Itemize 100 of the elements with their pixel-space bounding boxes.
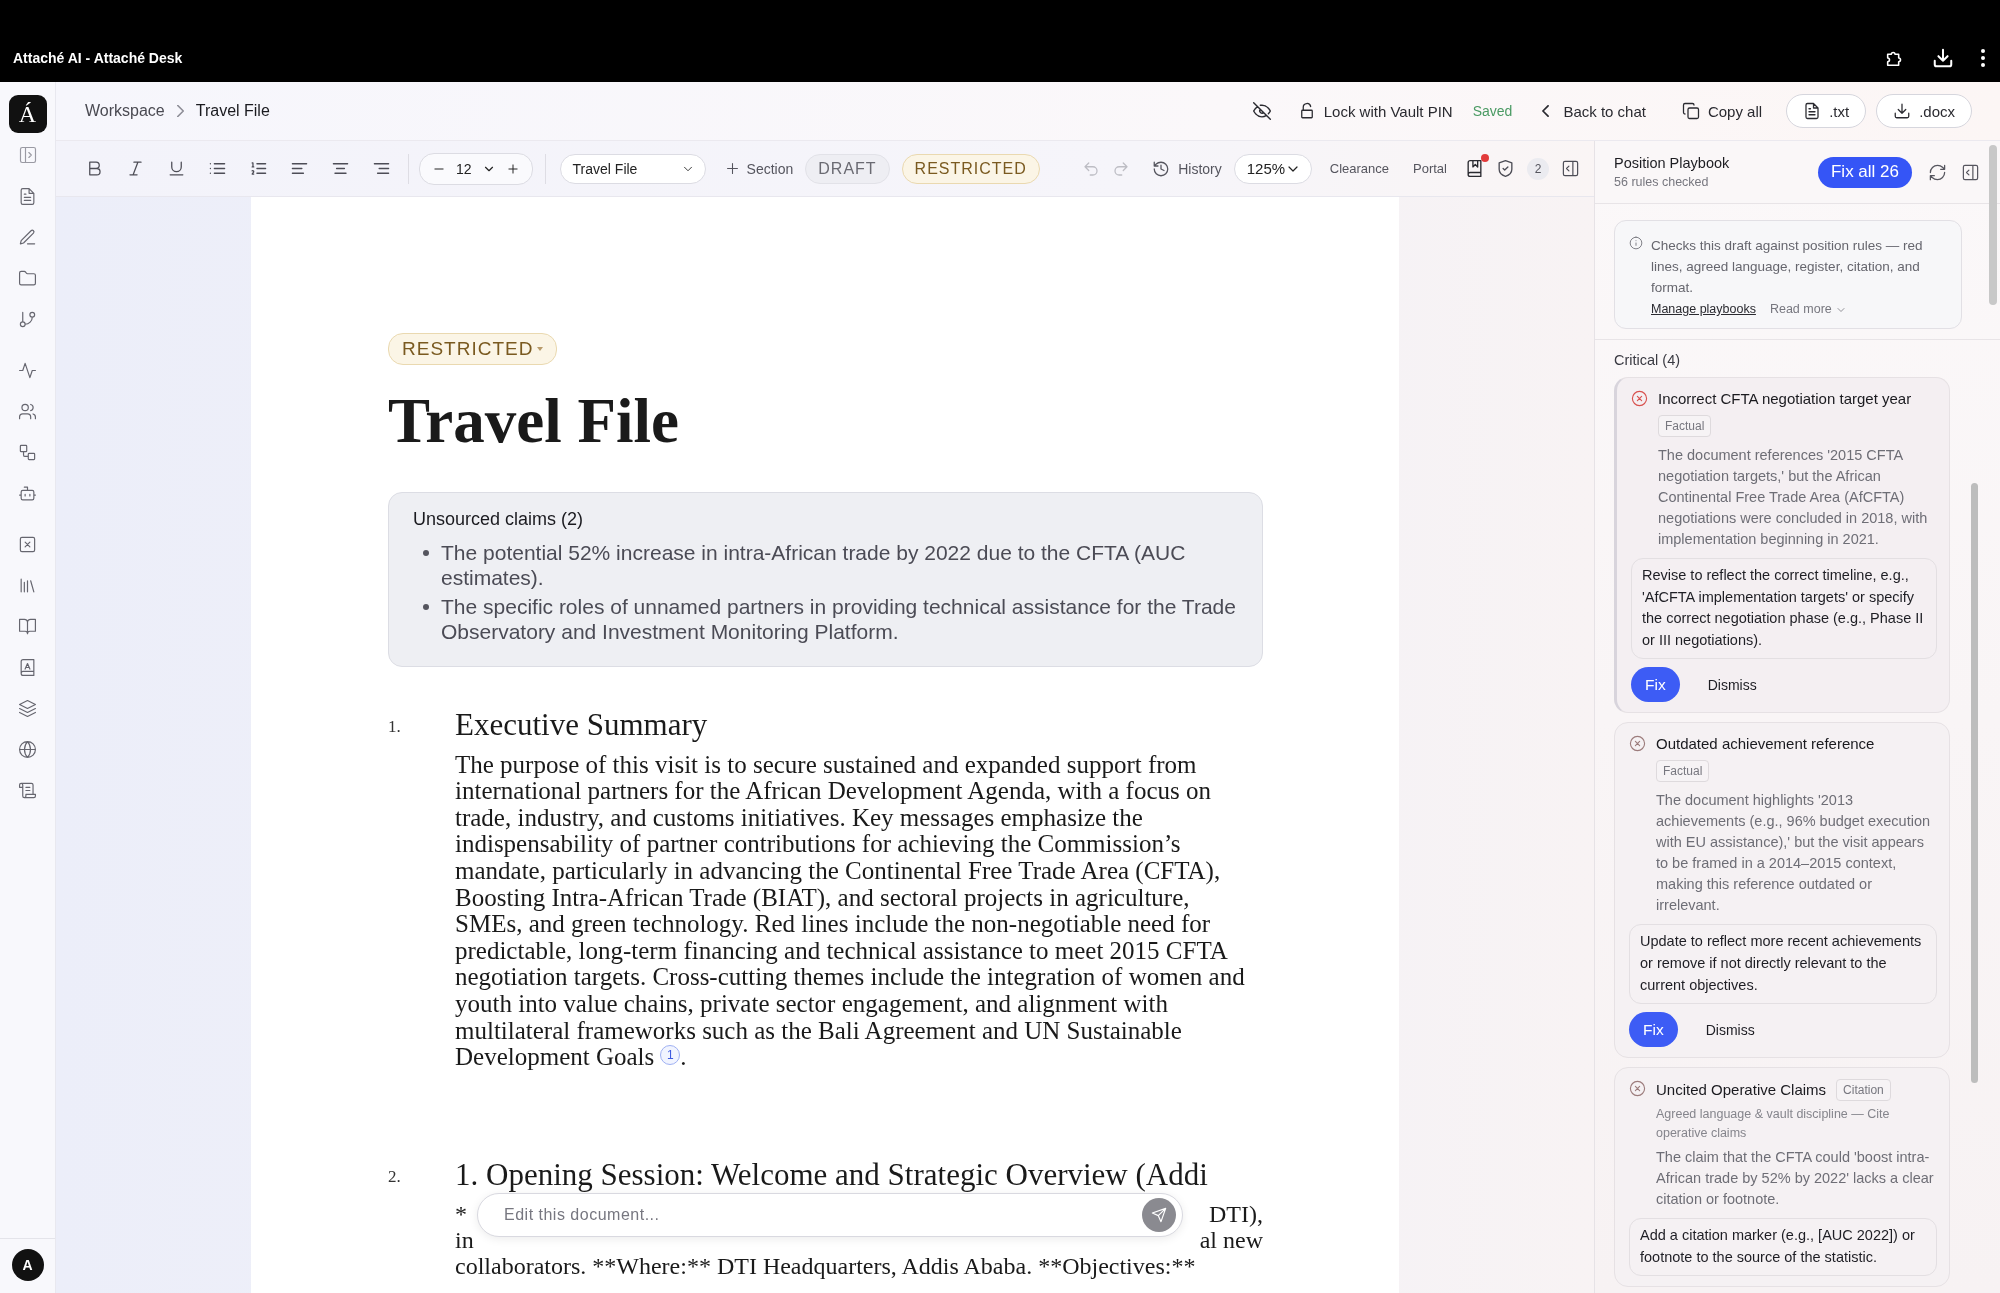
panel-title: Position Playbook (1614, 155, 1730, 171)
rule-name: Agreed language & vault discipline — Cite operative claims (1656, 1106, 1891, 1143)
issue-title: Uncited Operative Claims (1656, 1080, 1827, 1101)
numbered-list-icon[interactable] (249, 159, 268, 178)
section-number: 2. (388, 1165, 402, 1188)
document-icon[interactable] (18, 187, 37, 206)
lock-button[interactable]: Lock with Vault PIN (1297, 102, 1453, 120)
branch-icon[interactable] (18, 310, 37, 329)
zoom-select[interactable]: 125% (1233, 153, 1312, 184)
text-line: in (455, 1227, 474, 1253)
text-line: DTI), (1209, 1201, 1263, 1227)
fix-button[interactable]: Fix (1631, 667, 1680, 703)
scrollbar[interactable] (1971, 483, 1978, 1083)
suggestion-box: Revise to reflect the correct timeline, e.g., 'AfCFTA implementation targets' or specify the correct negotiation phase (e.g., Phase II or III negotiations). (1631, 558, 1937, 660)
read-more-button[interactable]: Read more (1769, 302, 1847, 316)
book-icon[interactable] (1465, 159, 1484, 178)
issue-description: The document highlights '2013 achievements (e.g., 96% budget execution with EU assistance),' but the visit appears to be framed in a 2014–2015 context, making this reference outdated or irrelevant. (1656, 791, 1932, 916)
fix-button[interactable]: Fix (1629, 1012, 1678, 1048)
dismiss-button[interactable]: Dismiss (1705, 1021, 1755, 1038)
panel-icon[interactable] (1961, 162, 1980, 182)
people-icon[interactable] (18, 402, 37, 421)
pulse-icon[interactable] (18, 361, 37, 380)
add-section-button[interactable]: Section (723, 160, 794, 177)
text-line: * (455, 1201, 467, 1227)
suggestion-box: Update to reflect more recent achievements or remove if not directly relevant to the current objectives. (1629, 924, 1937, 1005)
toolbar-link[interactable]: Portal (1413, 161, 1447, 176)
font-size-value: 12 (456, 160, 472, 177)
group-heading: Critical (4) (1614, 352, 1682, 368)
pen-icon[interactable] (18, 228, 37, 247)
layers-icon[interactable] (18, 699, 37, 718)
refresh-icon[interactable] (1928, 162, 1947, 182)
suggestion-box: Add a citation marker (e.g., [AUC 2022]) or footnote to the source of the statistic. (1629, 1218, 1937, 1277)
library-icon[interactable] (18, 576, 37, 595)
back-button[interactable]: Back to chat (1542, 102, 1646, 120)
robot-icon[interactable] (18, 484, 37, 503)
caret-icon (537, 347, 544, 351)
window-title: Attaché AI - Attaché Desk (13, 50, 183, 66)
section-heading: 1. Opening Session: Welcome and Strategic Overview (Addi (455, 1155, 1209, 1194)
manage-playbooks-link[interactable]: Manage playbooks (1651, 302, 1756, 316)
download-icon[interactable] (1932, 47, 1954, 69)
info-icon (1629, 236, 1643, 250)
footnote-marker[interactable]: 1 (660, 1045, 681, 1066)
plus-icon[interactable] (505, 161, 520, 176)
fix-all-button[interactable]: Fix all 26 (1817, 156, 1912, 188)
bullet-icon (423, 604, 429, 611)
copy-icon (1681, 102, 1700, 120)
bullet-icon (423, 550, 429, 557)
app-logo[interactable]: Á (8, 95, 47, 133)
issue-description: The document references '2015 CFTA negotiation targets,' but the African Continental Free Trade Area (AfCFTA) negotiations were concluded in 2018, with implementation beginning in 2021. (1658, 446, 1929, 549)
history-icon (1152, 159, 1171, 178)
dismiss-button[interactable]: Dismiss (1707, 676, 1757, 693)
toolbar-link[interactable]: Clearance (1329, 161, 1390, 176)
paragraph: The purpose of this visit is to secure sustained and expanded support from international partners for the African Development Agenda, with a focus on trade, industry, and customs initiatives. Key messages emphasize the indispensability of partner contributions for achieving the Commission’s mandate, particularly in advancing the Continental Free Trade Area (CFTA), Boosting Intra-African Trade (BIAT), and sectoral projects in agriculture, SMEs, and green technology. Red lines include the non-negotiable need for predictable, long-term financing and technical assistance to meet 2015 CFTA negotiation targets. Cross-cutting themes include the integration of women and youth into value chains, private sector engagement, and alignment with multilateral frameworks such as the Bali Agreement and UN Sustainable Development Goals 1 . (455, 751, 1246, 1071)
document-title: Travel File (388, 387, 680, 457)
callout-title: Unsourced claims (2) (413, 509, 585, 531)
classification-tag[interactable]: DRAFT (805, 153, 890, 184)
chat-input[interactable]: Edit this document... (502, 1201, 1142, 1229)
chat-field[interactable]: Edit this document... (477, 1193, 1183, 1237)
breadcrumb-link[interactable]: Workspace (85, 102, 165, 120)
issue-title: Outdated achievement reference (1656, 734, 1876, 755)
count-badge: 2 (1527, 157, 1549, 180)
section-heading: Executive Summary (455, 706, 709, 745)
text-line: al new (1199, 1227, 1263, 1253)
error-icon (1631, 390, 1648, 407)
send-icon (1151, 1207, 1167, 1223)
globe-icon[interactable] (18, 740, 37, 759)
classification-tag[interactable]: RESTRICTED (901, 153, 1040, 184)
contact-book-icon[interactable] (18, 658, 37, 677)
info-text: Checks this draft against position rules — red lines, agreed language, register, citation, and format. (1651, 237, 1924, 297)
panel-icon[interactable] (1561, 159, 1580, 178)
issue-description: The claim that the CFTA could 'boost intra-African trade by 52% by 2022' lacks a clear citation or footnote. (1656, 1148, 1935, 1210)
send-button[interactable] (1142, 1198, 1176, 1232)
scrollbar[interactable] (1989, 145, 1997, 305)
issue-tag: Factual (1656, 760, 1710, 783)
export-txt-button[interactable]: .txt (1786, 94, 1867, 128)
user-avatar[interactable]: A (11, 1249, 44, 1281)
copy-button[interactable]: Copy all (1681, 102, 1763, 120)
sidebar-toggle-icon[interactable] (17, 145, 38, 165)
chevron-right-icon (176, 105, 184, 117)
open-book-icon[interactable] (18, 617, 37, 636)
eye-off-icon[interactable] (1251, 101, 1272, 121)
crossed-box-icon[interactable] (18, 535, 37, 554)
breadcrumb-current: Travel File (195, 102, 270, 120)
error-icon (1629, 735, 1646, 753)
issue-tag: Factual (1658, 415, 1712, 437)
folder-icon[interactable] (18, 269, 37, 288)
underline-icon[interactable] (167, 159, 186, 178)
issue-title: Incorrect CFTA negotiation target year (1658, 389, 1913, 409)
scroll-icon[interactable] (18, 781, 37, 800)
history-button[interactable]: History (1152, 159, 1222, 178)
shield-check-icon[interactable] (1496, 159, 1515, 178)
text-line: collaborators. **Where:** DTI Headquarters, Addis Ababa. **Objectives:** (455, 1253, 1196, 1279)
more-icon[interactable] (1980, 48, 1986, 68)
classification-tag[interactable]: RESTRICTED (388, 333, 558, 365)
style-select[interactable]: Travel File (559, 153, 706, 184)
export-docx-button[interactable]: .docx (1876, 94, 1972, 128)
font-size-stepper[interactable]: 12 (419, 152, 533, 185)
italic-icon[interactable] (126, 159, 145, 178)
workflow-icon[interactable] (18, 443, 37, 462)
claim-item: The potential 52% increase in intra-African trade by 2022 due to the CFTA (AUC estimates). (441, 540, 1187, 591)
